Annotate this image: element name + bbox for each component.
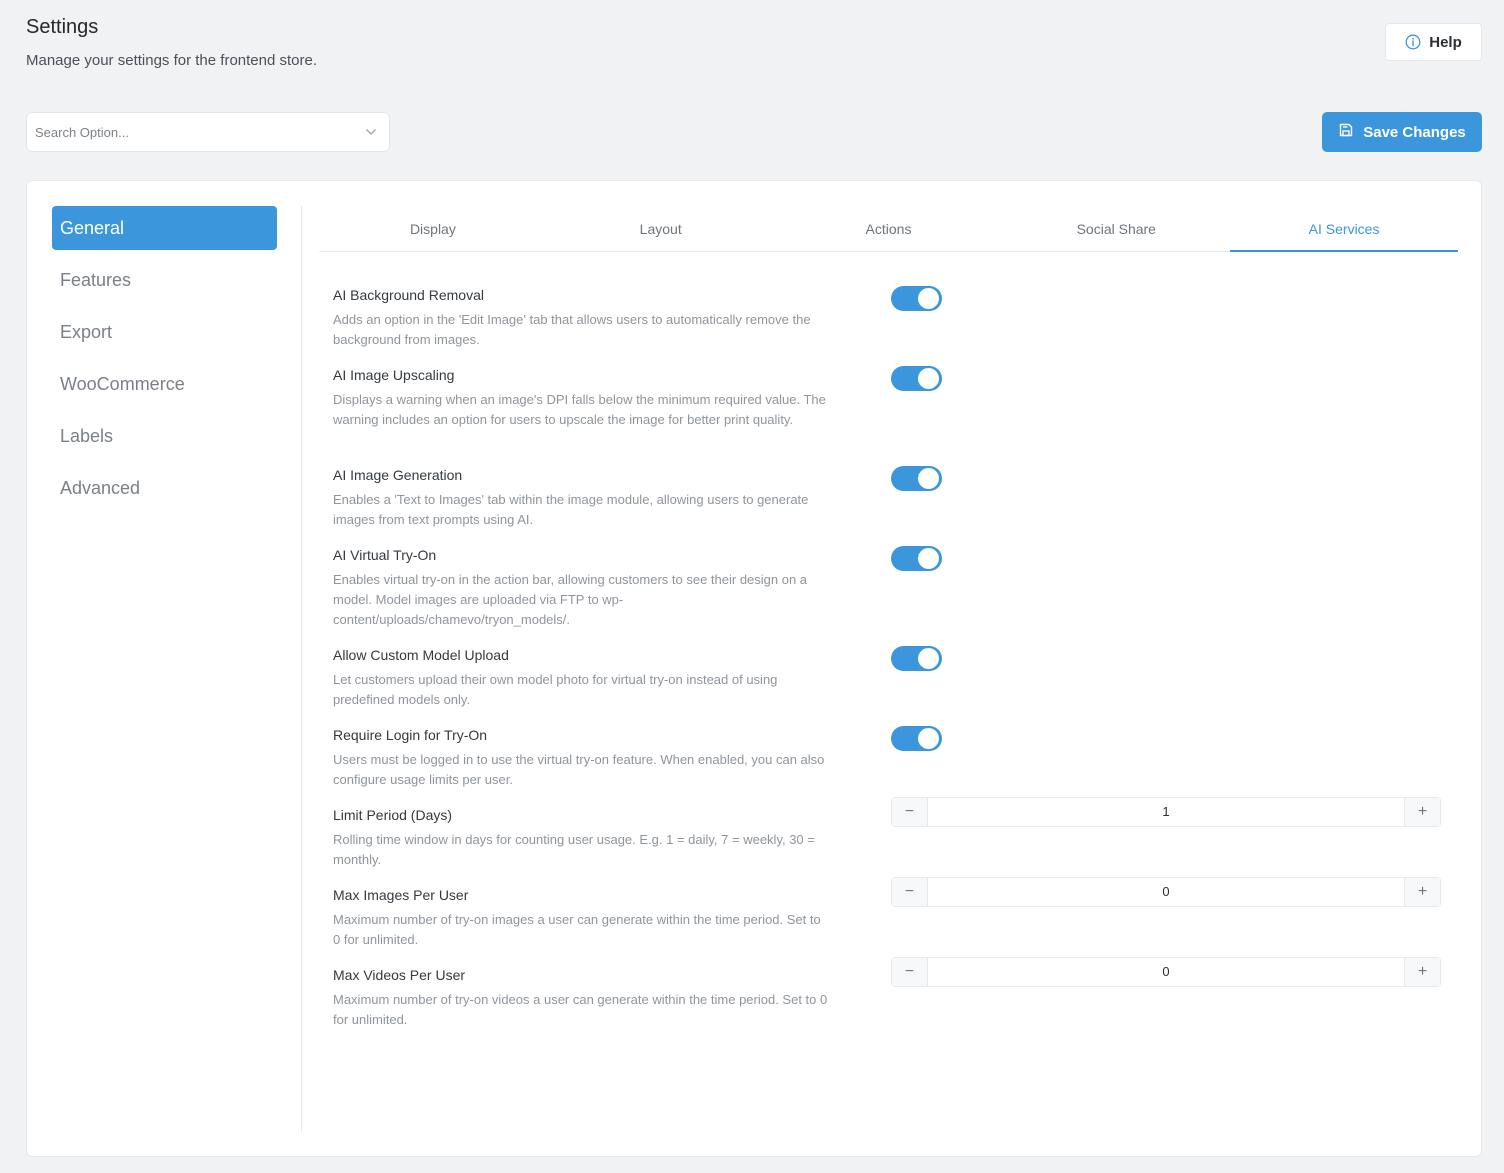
setting-description: Maximum number of try-on videos a user c… [333, 992, 828, 1027]
setting-row-ai-image-generation: AI Image Generation Enables a 'Text to I… [333, 466, 1443, 546]
allow-custom-model-upload-toggle[interactable] [891, 646, 942, 671]
setting-description: Maximum number of try-on images a user c… [333, 912, 821, 947]
setting-description: Displays a warning when an image's DPI f… [333, 392, 826, 427]
increment-button[interactable]: + [1404, 798, 1440, 826]
setting-row-limit-period-days: Limit Period (Days) Rolling time window … [333, 797, 1443, 886]
help-label: Help [1429, 33, 1462, 51]
increment-button[interactable]: + [1404, 958, 1440, 986]
save-changes-label: Save Changes [1363, 123, 1466, 141]
setting-row-ai-image-upscaling: AI Image Upscaling Displays a warning wh… [333, 366, 1443, 466]
chevron-down-icon [365, 123, 377, 141]
sidebar-item-features[interactable]: Features [52, 258, 277, 302]
setting-title: Limit Period (Days) [333, 807, 453, 823]
settings-card: General Features Export WooCommerce Labe… [26, 180, 1482, 1157]
setting-row-require-login-for-try-on: Require Login for Try-On Users must be l… [333, 726, 1443, 806]
setting-title: AI Image Upscaling [333, 367, 455, 383]
limit-period-stepper: − 1 + [891, 797, 1441, 827]
require-login-for-try-on-toggle[interactable] [891, 726, 942, 751]
decrement-button[interactable]: − [892, 798, 928, 826]
setting-description: Enables a 'Text to Images' tab within th… [333, 492, 809, 527]
info-icon [1405, 34, 1421, 50]
sidebar-item-advanced[interactable]: Advanced [52, 466, 277, 510]
save-icon [1338, 122, 1354, 142]
settings-tabs: Display Layout Actions Social Share AI S… [319, 211, 1458, 252]
setting-row-max-videos-per-user: Max Videos Per User Maximum number of tr… [333, 957, 1443, 1046]
ai-services-settings: AI Background Removal Adds an option in … [333, 286, 1443, 1046]
setting-row-ai-background-removal: AI Background Removal Adds an option in … [333, 286, 1443, 366]
tab-ai-services[interactable]: AI Services [1230, 211, 1458, 252]
tab-layout[interactable]: Layout [547, 211, 775, 251]
setting-title: Max Images Per User [333, 887, 469, 903]
setting-description: Users must be logged in to use the virtu… [333, 752, 825, 787]
max-videos-input[interactable]: 0 [928, 958, 1404, 986]
setting-description: Let customers upload their own model pho… [333, 672, 778, 707]
page-title: Settings [26, 16, 99, 38]
setting-title: AI Virtual Try-On [333, 547, 437, 563]
setting-title: Require Login for Try-On [333, 727, 488, 743]
limit-period-input[interactable]: 1 [928, 798, 1404, 826]
max-images-input[interactable]: 0 [928, 878, 1404, 906]
setting-row-max-images-per-user: Max Images Per User Maximum number of tr… [333, 877, 1443, 966]
ai-image-upscaling-toggle[interactable] [891, 366, 942, 391]
save-changes-button[interactable]: Save Changes [1322, 112, 1482, 152]
tab-display[interactable]: Display [319, 211, 547, 251]
decrement-button[interactable]: − [892, 958, 928, 986]
help-button[interactable]: Help [1385, 23, 1482, 61]
sidebar-item-labels[interactable]: Labels [52, 414, 277, 458]
setting-title: Max Videos Per User [333, 967, 466, 983]
search-placeholder: Search Option... [35, 124, 129, 140]
sidebar-item-general[interactable]: General [52, 206, 277, 250]
setting-row-ai-virtual-try-on: AI Virtual Try-On Enables virtual try-on… [333, 546, 1443, 646]
sidebar-divider [301, 206, 302, 1132]
search-option-select[interactable]: Search Option... [26, 112, 390, 152]
sidebar-item-woocommerce[interactable]: WooCommerce [52, 362, 277, 406]
setting-title: Allow Custom Model Upload [333, 647, 509, 663]
setting-row-allow-custom-model-upload: Allow Custom Model Upload Let customers … [333, 646, 1443, 726]
setting-description: Enables virtual try-on in the action bar… [333, 572, 808, 627]
setting-description: Rolling time window in days for counting… [333, 832, 815, 867]
setting-description: Adds an option in the 'Edit Image' tab t… [333, 312, 811, 347]
max-images-stepper: − 0 + [891, 877, 1441, 907]
tab-social-share[interactable]: Social Share [1002, 211, 1230, 251]
page-subtitle: Manage your settings for the frontend st… [26, 52, 317, 69]
tab-actions[interactable]: Actions [775, 211, 1003, 251]
setting-title: AI Background Removal [333, 287, 484, 303]
increment-button[interactable]: + [1404, 878, 1440, 906]
sidebar-item-export[interactable]: Export [52, 310, 277, 354]
decrement-button[interactable]: − [892, 878, 928, 906]
ai-background-removal-toggle[interactable] [891, 286, 942, 311]
setting-title: AI Image Generation [333, 467, 463, 483]
ai-image-generation-toggle[interactable] [891, 466, 942, 491]
max-videos-stepper: − 0 + [891, 957, 1441, 987]
ai-virtual-try-on-toggle[interactable] [891, 546, 942, 571]
settings-sidebar: General Features Export WooCommerce Labe… [52, 206, 277, 518]
